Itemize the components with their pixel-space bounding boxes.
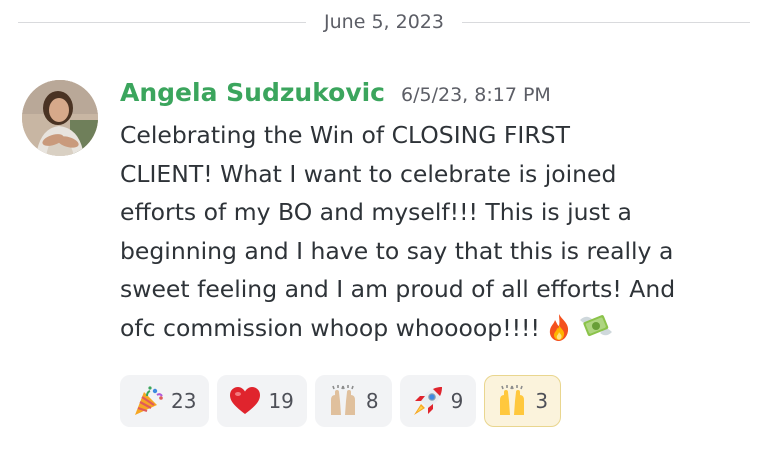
message-timestamp[interactable]: 6/5/23, 8:17 PM [401,84,551,106]
message-header: Angela Sudzukovic 6/5/23, 8:17 PM [120,78,551,112]
message-line: Celebrating the Win of CLOSING FIRST [120,121,570,149]
message-line-text: ofc commission whoop whoooop!!!! [120,313,540,342]
date-divider: June 5, 2023 [18,8,750,36]
avatar[interactable] [22,80,98,156]
reaction-party-popper[interactable]: 23 [120,375,210,427]
reaction-raising-hands[interactable]: 3 [484,375,562,427]
reaction-count: 3 [535,389,549,413]
fire-emoji-icon[interactable] [544,312,574,354]
raising-hands-light-icon [326,384,360,418]
reaction-count: 19 [268,389,294,413]
raising-hands-icon [495,384,529,418]
reaction-count: 23 [171,389,197,413]
divider-rule-left [18,21,307,23]
author-name[interactable]: Angela Sudzukovic [120,78,385,107]
reaction-red-heart[interactable]: 19 [217,375,307,427]
reaction-raising-hands-light[interactable]: 8 [314,375,392,427]
reaction-count: 8 [365,389,379,413]
rocket-icon [411,384,445,418]
message-line-last: ofc commission whoop whoooop!!!! [120,309,750,348]
reaction-count: 9 [450,389,464,413]
message-line: beginning and I have to say that this is… [120,236,674,265]
red-heart-icon [228,384,262,418]
message-line: efforts of my BO and myself!!! This is j… [120,198,632,227]
money-with-wings-emoji-icon[interactable] [578,310,614,354]
message-body: Celebrating the Win of CLOSING FIRST CLI… [120,116,750,348]
avatar-photo [22,80,98,156]
message-line: CLIENT! What I want to celebrate is join… [120,159,617,188]
reaction-bar: 23 19 8 9 3 [120,375,562,427]
party-popper-icon [131,384,165,418]
divider-rule-right [461,21,750,23]
reaction-rocket[interactable]: 9 [399,375,477,427]
divider-date: June 5, 2023 [324,11,444,33]
message-line: sweet feeling and I am proud of all effo… [120,275,676,304]
